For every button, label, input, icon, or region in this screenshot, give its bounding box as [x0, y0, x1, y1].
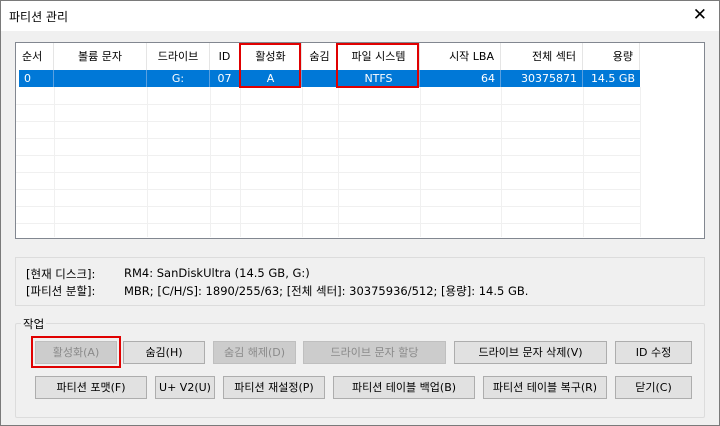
close-button[interactable]: 닫기(C) — [615, 376, 692, 399]
partition-list[interactable]: 순서 볼륨 문자 드라이브 ID 활성화 숨김 파일 시스템 시작 LBA 전체… — [15, 42, 705, 239]
current-disk-value: RM4: SanDiskUltra (14.5 GB, G:) — [124, 266, 310, 280]
col-filesystem[interactable]: 파일 시스템 — [338, 43, 420, 70]
col-capacity[interactable]: 용량 — [583, 43, 640, 70]
cell-capacity: 14.5 GB — [590, 72, 635, 85]
grid-divider — [501, 87, 502, 237]
grid-divider — [16, 189, 640, 190]
restore-partition-table-button[interactable]: 파티션 테이블 복구(R) — [483, 376, 607, 399]
delete-drive-letter-button[interactable]: 드라이브 문자 삭제(V) — [454, 341, 607, 364]
col-order[interactable]: 순서 — [16, 43, 54, 70]
format-partition-button[interactable]: 파티션 포맷(F) — [35, 376, 147, 399]
col-active[interactable]: 활성화 — [240, 43, 302, 70]
window-title: 파티션 관리 — [9, 10, 69, 24]
backup-partition-table-button[interactable]: 파티션 테이블 백업(B) — [333, 376, 475, 399]
grid-divider — [16, 223, 640, 224]
cell-drive: G: — [147, 70, 210, 87]
cell-start-lba: 64 — [420, 70, 501, 87]
close-icon[interactable]: ✕ — [693, 5, 707, 25]
title-bar: 파티션 관리 ✕ — [1, 1, 719, 31]
col-total-sectors[interactable]: 전체 섹터 — [501, 43, 583, 70]
u-v2-button[interactable]: U+ V2(U) — [155, 376, 215, 399]
grid-divider — [147, 87, 148, 237]
current-disk-label: [현재 디스크]: — [26, 267, 96, 281]
grid-divider — [16, 206, 640, 207]
grid-divider — [16, 155, 640, 156]
partition-scheme-label: [파티션 분할]: — [26, 284, 96, 298]
grid-divider — [302, 87, 303, 237]
partition-scheme-value: MBR; [C/H/S]: 1890/255/63; [전체 섹터]: 3037… — [124, 284, 529, 298]
grid-divider — [16, 104, 640, 105]
cell-total-sectors: 30375871 — [501, 70, 583, 87]
reset-partition-button[interactable]: 파티션 재설정(P) — [223, 376, 325, 399]
cell-order: 0 — [19, 70, 54, 87]
disk-info-panel: [현재 디스크]: RM4: SanDiskUltra (14.5 GB, G:… — [15, 257, 705, 306]
cell-volume-letter — [54, 70, 147, 87]
actions-group — [15, 323, 705, 418]
grid-divider — [16, 172, 640, 173]
grid-divider — [54, 87, 55, 237]
cell-hidden — [302, 70, 338, 87]
assign-drive-letter-button[interactable]: 드라이브 문자 할당 — [303, 341, 446, 364]
col-hidden[interactable]: 숨김 — [302, 43, 338, 70]
partition-manager-window: 파티션 관리 ✕ 순서 볼륨 문자 드라이브 ID 활성화 숨김 파일 시스템 … — [0, 0, 720, 426]
col-drive[interactable]: 드라이브 — [147, 43, 210, 70]
actions-group-label: 작업 — [21, 316, 47, 332]
grid-divider — [420, 87, 421, 237]
grid-divider — [210, 87, 211, 237]
grid-divider — [16, 121, 640, 122]
grid-divider — [16, 138, 640, 139]
col-start-lba[interactable]: 시작 LBA — [420, 43, 501, 70]
unhide-button[interactable]: 숨김 해제(D) — [213, 341, 296, 364]
cell-id: 07 — [210, 70, 240, 87]
cell-filesystem: NTFS — [338, 70, 420, 87]
cell-active: A — [240, 70, 302, 87]
grid-divider — [640, 87, 641, 237]
edit-id-button[interactable]: ID 수정 — [615, 341, 692, 364]
grid-divider — [583, 87, 584, 237]
hide-button[interactable]: 숨김(H) — [123, 341, 205, 364]
col-id[interactable]: ID — [210, 43, 240, 70]
partition-row[interactable]: 0 G: 07 A NTFS 64 30375871 14.5 GB — [19, 70, 640, 87]
grid-divider — [240, 87, 241, 237]
grid-divider — [338, 87, 339, 237]
list-header: 순서 볼륨 문자 드라이브 ID 활성화 숨김 파일 시스템 시작 LBA 전체… — [16, 43, 704, 70]
col-volume-letter[interactable]: 볼륨 문자 — [54, 43, 147, 70]
activate-button[interactable]: 활성화(A) — [35, 341, 117, 364]
